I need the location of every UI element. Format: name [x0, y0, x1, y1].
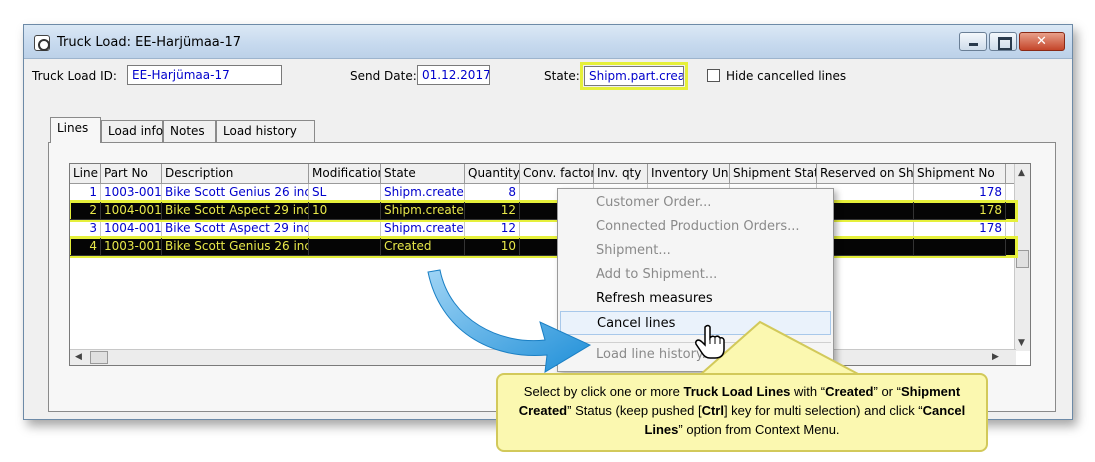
menu-item-connected-production-orders[interactable]: Connected Production Orders...	[560, 215, 831, 239]
cell-line: 4	[70, 238, 101, 256]
truck-load-id-field[interactable]: EE-Harjümaa-17	[127, 65, 282, 85]
cell-quantity: 12	[465, 220, 520, 238]
cell-part-no: 1003-001	[101, 238, 162, 256]
tab-notes[interactable]: Notes	[163, 120, 216, 142]
callout-bold: Ctrl	[701, 403, 724, 418]
column-header[interactable]: Reserved on Ship	[817, 164, 914, 184]
cell-shipment-no: 178	[914, 220, 1006, 238]
cell-line: 3	[70, 220, 101, 238]
cell-modification: 10	[309, 202, 381, 220]
cell-line: 1	[70, 184, 101, 202]
table-header: Line Part No Description Modification St…	[70, 164, 1016, 184]
table-row[interactable]: 3 1004-001 Bike Scott Aspect 29 inch Shi…	[70, 220, 1016, 238]
horizontal-scroll-thumb[interactable]	[90, 351, 108, 364]
lines-table[interactable]: Line Part No Description Modification St…	[69, 163, 1031, 366]
hide-cancelled-checkbox[interactable]	[707, 69, 720, 82]
cell-quantity: 12	[465, 202, 520, 220]
cell-description: Bike Scott Genius 26 inch	[162, 238, 309, 256]
callout-text: ” or “	[873, 384, 901, 399]
window-title: Truck Load: EE-Harjümaa-17	[57, 35, 242, 50]
column-header[interactable]: Line	[70, 164, 101, 184]
scroll-left-icon[interactable]: ◀	[75, 352, 82, 362]
state-label: State:	[544, 69, 580, 83]
tab-load-history[interactable]: Load history	[216, 120, 315, 142]
close-button[interactable]	[1019, 32, 1065, 51]
app-gear-icon	[34, 35, 50, 51]
callout-text: with “	[790, 384, 826, 399]
cell-quantity: 8	[465, 184, 520, 202]
title-bar[interactable]: Truck Load: EE-Harjümaa-17	[24, 25, 1072, 59]
callout-bold: Created	[825, 384, 874, 399]
cell-description: Bike Scott Aspect 29 inch	[162, 202, 309, 220]
scroll-up-icon[interactable]: ▲	[1018, 168, 1025, 178]
cell-modification: SL	[309, 184, 381, 202]
horizontal-scrollbar[interactable]: ◀ ▶	[70, 349, 1016, 365]
cell-shipment-no	[914, 238, 1006, 256]
maximize-button[interactable]	[989, 32, 1017, 51]
column-header[interactable]: Part No	[101, 164, 162, 184]
table-row-selected[interactable]: 2 1004-001 Bike Scott Aspect 29 inch 10 …	[70, 200, 1018, 222]
menu-item-add-to-shipment[interactable]: Add to Shipment...	[560, 263, 831, 287]
cell-state: Shipm.created	[381, 184, 465, 202]
cell-part-no: 1003-001	[101, 184, 162, 202]
instruction-callout: Select by click one or more Truck Load L…	[496, 373, 988, 452]
column-header[interactable]: Modification	[309, 164, 381, 184]
callout-text: ] key for multi selection) and click “	[723, 403, 923, 418]
menu-item-customer-order[interactable]: Customer Order...	[560, 191, 831, 215]
cell-shipment-no: 178	[914, 184, 1006, 202]
cell-state: Shipm.created	[381, 220, 465, 238]
cell-shipment-no: 178	[914, 202, 1006, 220]
column-header[interactable]: Shipment State	[730, 164, 817, 184]
cell-quantity: 10	[465, 238, 520, 256]
cell-state: Created	[381, 238, 465, 256]
callout-text: ” option from Context Menu.	[678, 422, 840, 437]
cell-modification	[309, 220, 381, 238]
truck-load-id-label: Truck Load ID:	[32, 69, 117, 83]
cell-description: Bike Scott Aspect 29 inch	[162, 220, 309, 238]
column-header[interactable]: Conv. factor	[520, 164, 594, 184]
send-date-label: Send Date:	[350, 69, 417, 83]
state-field: Shipm.part.createc	[580, 62, 688, 90]
callout-text: Select by click one or more	[523, 384, 684, 399]
hand-cursor-icon	[695, 324, 725, 359]
table-row-selected[interactable]: 4 1003-001 Bike Scott Genius 26 inch Cre…	[70, 236, 1018, 258]
column-header[interactable]: Shipment No	[914, 164, 1006, 184]
tab-load-info[interactable]: Load info	[101, 120, 163, 142]
scroll-right-icon[interactable]: ▶	[992, 352, 999, 362]
vertical-scrollbar[interactable]: ▲ ▼	[1014, 164, 1030, 351]
column-header[interactable]: State	[381, 164, 465, 184]
column-header[interactable]: Inv. qty	[594, 164, 648, 184]
column-header[interactable]: Quantity	[465, 164, 520, 184]
cell-part-no: 1004-001	[101, 220, 162, 238]
table-row[interactable]: 1 1003-001 Bike Scott Genius 26 inch SL …	[70, 184, 1016, 202]
cell-line: 2	[70, 202, 101, 220]
vertical-scroll-thumb[interactable]	[1016, 250, 1029, 268]
cell-state: Shipm.created	[381, 202, 465, 220]
scroll-down-icon[interactable]: ▼	[1018, 338, 1025, 348]
send-date-field[interactable]: 01.12.2017	[417, 65, 490, 85]
menu-item-refresh-measures[interactable]: Refresh measures	[560, 287, 831, 311]
minimize-button[interactable]	[959, 32, 987, 51]
truck-load-window: Truck Load: EE-Harjümaa-17 Truck Load ID…	[23, 24, 1073, 420]
cell-part-no: 1004-001	[101, 202, 162, 220]
hide-cancelled-label: Hide cancelled lines	[726, 69, 847, 83]
column-header[interactable]: Description	[162, 164, 309, 184]
callout-bold: Truck Load Lines	[683, 384, 791, 399]
menu-item-shipment[interactable]: Shipment...	[560, 239, 831, 263]
callout-text: ” Status (keep pushed [	[567, 403, 702, 418]
column-header[interactable]: Inventory Unit	[648, 164, 730, 184]
tab-lines[interactable]: Lines	[50, 117, 101, 143]
lines-panel: Line Part No Description Modification St…	[48, 142, 1056, 412]
cell-description: Bike Scott Genius 26 inch	[162, 184, 309, 202]
cell-modification	[309, 238, 381, 256]
